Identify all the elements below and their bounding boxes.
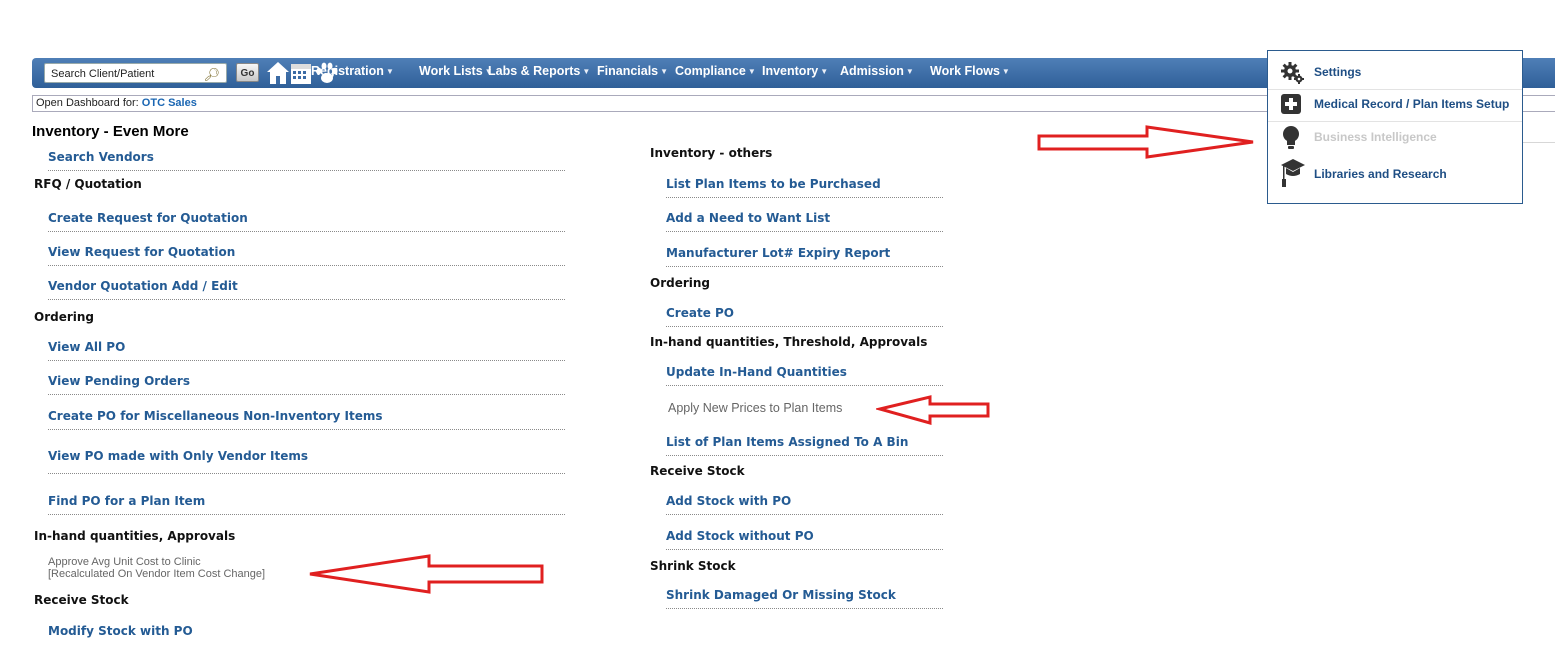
popup-label-settings: Settings — [1314, 65, 1362, 79]
dashboard-label: Open Dashboard for: — [36, 97, 139, 109]
red-arrow-left-large — [309, 554, 544, 594]
section-inhand-approvals: In-hand quantities, Approvals — [34, 529, 236, 543]
link-manufacturer-lot-expiry[interactable]: Manufacturer Lot# Expiry Report — [666, 240, 943, 267]
home-icon[interactable] — [265, 60, 291, 86]
search-client-patient-input[interactable]: Search Client/Patient 🔎︎ — [44, 63, 227, 83]
graduation-cap-icon — [1281, 159, 1305, 187]
link-create-po[interactable]: Create PO — [666, 300, 943, 327]
menu-inventory[interactable]: Inventory ▼ — [762, 64, 828, 78]
popup-divider-line — [1523, 142, 1555, 143]
section-inhand-threshold: In-hand quantities, Threshold, Approvals — [650, 335, 928, 349]
chevron-down-icon: ▼ — [1001, 67, 1010, 76]
chevron-down-icon: ▼ — [820, 67, 829, 76]
section-inventory-others: Inventory - others — [650, 146, 773, 160]
chevron-down-icon: ▼ — [660, 67, 669, 76]
link-view-all-po[interactable]: View All PO — [48, 334, 565, 361]
lightbulb-icon — [1283, 126, 1299, 149]
menu-work-flows[interactable]: Work Flows ▼ — [930, 64, 1010, 78]
section-shrink-stock: Shrink Stock — [650, 559, 736, 573]
section-ordering-right: Ordering — [650, 276, 711, 290]
popup-separator — [1268, 89, 1522, 90]
chevron-down-icon: ▼ — [905, 67, 914, 76]
calendar-icon[interactable] — [289, 60, 313, 86]
link-approve-avg-unit-cost[interactable]: Approve Avg Unit Cost to Clinic [Recalcu… — [48, 556, 265, 582]
link-vendor-quotation[interactable]: Vendor Quotation Add / Edit — [48, 273, 565, 300]
search-icon[interactable]: 🔎︎ — [203, 65, 220, 85]
approve-line-2: [Recalculated On Vendor Item Cost Change… — [48, 568, 266, 580]
section-receive-stock-right: Receive Stock — [650, 464, 745, 478]
search-placeholder: Search Client/Patient — [51, 68, 155, 80]
gears-icon — [1281, 62, 1304, 84]
red-arrow-left-small — [876, 395, 990, 425]
link-add-stock-no-po[interactable]: Add Stock without PO — [666, 523, 943, 550]
link-search-vendors[interactable]: Search Vendors — [48, 144, 565, 171]
link-create-rfq[interactable]: Create Request for Quotation — [48, 205, 565, 232]
menu-labs-reports[interactable]: Labs & Reports ▼ — [488, 64, 590, 78]
link-plan-items-bin[interactable]: List of Plan Items Assigned To A Bin — [666, 429, 943, 456]
chevron-down-icon: ▼ — [385, 67, 394, 76]
link-view-pending-orders[interactable]: View Pending Orders — [48, 368, 565, 395]
red-arrow-right — [1037, 125, 1254, 159]
menu-admission[interactable]: Admission ▼ — [840, 64, 914, 78]
medical-plus-icon — [1281, 94, 1301, 114]
go-button[interactable]: Go — [236, 63, 259, 82]
chevron-down-icon: ▼ — [582, 67, 591, 76]
section-ordering-left: Ordering — [34, 310, 95, 324]
menu-compliance[interactable]: Compliance ▼ — [675, 64, 756, 78]
menu-work-lists[interactable]: Work Lists ▼ — [419, 64, 493, 78]
popup-label-medical-record: Medical Record / Plan Items Setup — [1314, 97, 1510, 111]
link-update-inhand[interactable]: Update In-Hand Quantities — [666, 359, 943, 386]
link-find-po-plan-item[interactable]: Find PO for a Plan Item — [48, 488, 565, 515]
popup-label-libraries: Libraries and Research — [1314, 167, 1447, 181]
page-title: Inventory - Even More — [32, 123, 189, 140]
popup-label-business-intelligence: Business Intelligence — [1314, 130, 1437, 144]
link-apply-new-prices[interactable]: Apply New Prices to Plan Items — [668, 395, 842, 421]
link-view-po-vendor-items[interactable]: View PO made with Only Vendor Items — [48, 441, 565, 474]
menu-financials[interactable]: Financials ▼ — [597, 64, 668, 78]
settings-popup-menu: Settings Medical Record / Plan Items Set… — [1267, 50, 1523, 204]
popup-separator — [1268, 121, 1522, 122]
link-modify-stock-po[interactable]: Modify Stock with PO — [48, 618, 565, 644]
link-create-po-misc[interactable]: Create PO for Miscellaneous Non-Inventor… — [48, 403, 565, 430]
link-list-plan-items-purchased[interactable]: List Plan Items to be Purchased — [666, 171, 943, 198]
approve-line-1: Approve Avg Unit Cost to Clinic — [48, 556, 201, 568]
dashboard-link-otc-sales[interactable]: OTC Sales — [142, 97, 197, 109]
link-view-rfq[interactable]: View Request for Quotation — [48, 239, 565, 266]
chevron-down-icon: ▼ — [747, 67, 756, 76]
link-shrink-damaged[interactable]: Shrink Damaged Or Missing Stock — [666, 582, 943, 609]
menu-registration[interactable]: Registration ▼ — [311, 64, 394, 78]
link-add-need-want-list[interactable]: Add a Need to Want List — [666, 205, 943, 232]
link-add-stock-po[interactable]: Add Stock with PO — [666, 488, 943, 515]
section-rfq-quotation: RFQ / Quotation — [34, 177, 142, 191]
